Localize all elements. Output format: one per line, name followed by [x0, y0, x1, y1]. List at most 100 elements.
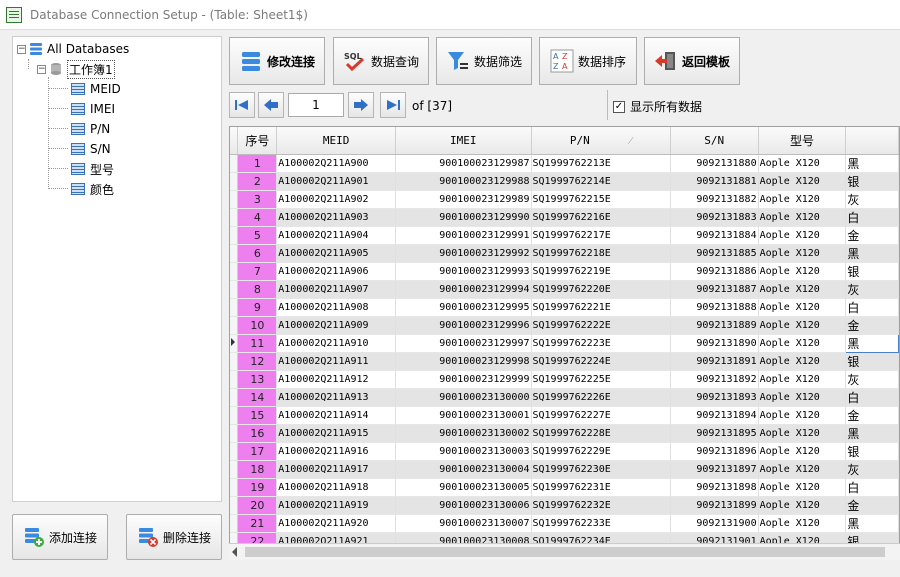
cell-seq[interactable]: 9 [237, 298, 278, 317]
cell-color[interactable]: 银 [845, 352, 899, 371]
table-row[interactable]: 17 A100002Q211A916 900100023130003 SQ199976… [230, 442, 899, 461]
cell-pn[interactable]: SQ1999762219E [531, 262, 671, 281]
data-sort-button[interactable]: A Z Z A 数据排序 [539, 37, 637, 85]
cell-model[interactable]: Aople X120 [758, 460, 847, 479]
scrollbar-thumb[interactable] [245, 547, 885, 557]
tree-node-workbook[interactable]: − 工作簿1 [37, 59, 115, 79]
table-row[interactable]: 16 A100002Q211A915 900100023130002 SQ199976… [230, 424, 899, 443]
row-indicator[interactable] [230, 334, 239, 353]
cell-model[interactable]: Aople X120 [758, 262, 847, 281]
row-indicator[interactable] [230, 496, 239, 515]
table-row[interactable]: 8 A100002Q211A907 900100023129994 SQ1999762… [230, 280, 899, 299]
row-indicator[interactable] [230, 478, 239, 497]
cell-model[interactable]: Aople X120 [758, 154, 847, 173]
cell-color[interactable]: 白 [845, 478, 899, 497]
cell-sn[interactable]: 9092131898 [670, 478, 759, 497]
modify-connection-button[interactable]: 修改连接 [229, 37, 325, 85]
tree-node-field-sn[interactable]: S/N [71, 140, 111, 158]
cell-sn[interactable]: 9092131900 [670, 514, 759, 533]
cell-pn[interactable]: SQ1999762229E [531, 442, 671, 461]
cell-model[interactable]: Aople X120 [758, 334, 847, 353]
row-indicator[interactable] [230, 352, 239, 371]
cell-color[interactable]: 白 [845, 388, 899, 407]
cell-sn[interactable]: 9092131889 [670, 316, 759, 335]
cell-pn[interactable]: SQ1999762223E [531, 334, 671, 353]
row-indicator[interactable] [230, 370, 239, 389]
add-connection-button[interactable]: 添加连接 [12, 514, 108, 560]
cell-meid[interactable]: A100002Q211A910 [276, 334, 396, 353]
cell-color[interactable]: 黑 [845, 514, 899, 533]
cell-meid[interactable]: A100002Q211A902 [276, 190, 396, 209]
table-row[interactable]: 7 A100002Q211A906 900100023129993 SQ1999762… [230, 262, 899, 281]
cell-sn[interactable]: 9092131896 [670, 442, 759, 461]
row-indicator[interactable] [230, 514, 239, 533]
cell-imei[interactable]: 900100023129999 [395, 370, 532, 389]
cell-seq[interactable]: 10 [237, 316, 278, 335]
data-filter-button[interactable]: 数据筛选 [436, 37, 532, 85]
cell-imei[interactable]: 900100023130001 [395, 406, 532, 425]
table-row[interactable]: 15 A100002Q211A914 900100023130001 SQ199976… [230, 406, 899, 425]
cell-sn[interactable]: 9092131884 [670, 226, 759, 245]
row-indicator[interactable] [230, 208, 239, 227]
cell-imei[interactable]: 900100023130000 [395, 388, 532, 407]
cell-color[interactable]: 灰 [845, 370, 899, 389]
cell-imei[interactable]: 900100023129991 [395, 226, 532, 245]
cell-meid[interactable]: A100002Q211A912 [276, 370, 396, 389]
cell-imei[interactable]: 900100023130003 [395, 442, 532, 461]
cell-pn[interactable]: SQ1999762224E [531, 352, 671, 371]
delete-connection-button[interactable]: 删除连接 [126, 514, 222, 560]
cell-imei[interactable]: 900100023130004 [395, 460, 532, 479]
cell-model[interactable]: Aople X120 [758, 514, 847, 533]
cell-sn[interactable]: 9092131882 [670, 190, 759, 209]
cell-imei[interactable]: 900100023129998 [395, 352, 532, 371]
cell-imei[interactable]: 900100023129990 [395, 208, 532, 227]
cell-meid[interactable]: A100002Q211A919 [276, 496, 396, 515]
table-row[interactable]: 12 A100002Q211A911 900100023129998 SQ199976… [230, 352, 899, 371]
cell-pn[interactable]: SQ1999762233E [531, 514, 671, 533]
row-indicator[interactable] [230, 298, 239, 317]
cell-imei[interactable]: 900100023129997 [395, 334, 532, 353]
cell-sn[interactable]: 9092131883 [670, 208, 759, 227]
row-indicator[interactable] [230, 424, 239, 443]
cell-meid[interactable]: A100002Q211A909 [276, 316, 396, 335]
cell-meid[interactable]: A100002Q211A907 [276, 280, 396, 299]
cell-sn[interactable]: 9092131881 [670, 172, 759, 191]
cell-imei[interactable]: 900100023129995 [395, 298, 532, 317]
cell-meid[interactable]: A100002Q211A908 [276, 298, 396, 317]
data-grid[interactable]: 序号 MEID IMEI P/N ⁄ S/N 型号 1 A100002Q211A90… [229, 126, 900, 560]
cell-sn[interactable]: 9092131887 [670, 280, 759, 299]
table-row[interactable]: 1 A100002Q211A900 900100023129987 SQ1999762… [230, 154, 899, 173]
cell-color[interactable]: 黑 [845, 244, 899, 263]
row-indicator[interactable] [230, 406, 239, 425]
cell-pn[interactable]: SQ1999762215E [531, 190, 671, 209]
tree-node-field-pn[interactable]: P/N [71, 120, 110, 138]
cell-seq[interactable]: 16 [237, 424, 278, 443]
cell-seq[interactable]: 13 [237, 370, 278, 389]
cell-pn[interactable]: SQ1999762230E [531, 460, 671, 479]
cell-seq[interactable]: 8 [237, 280, 278, 299]
column-header-color[interactable] [845, 127, 899, 155]
cell-meid[interactable]: A100002Q211A904 [276, 226, 396, 245]
cell-pn[interactable]: SQ1999762214E [531, 172, 671, 191]
cell-model[interactable]: Aople X120 [758, 172, 847, 191]
cell-pn[interactable]: SQ1999762231E [531, 478, 671, 497]
cell-color[interactable]: 灰 [845, 460, 899, 479]
cell-pn[interactable]: SQ1999762226E [531, 388, 671, 407]
cell-model[interactable]: Aople X120 [758, 352, 847, 371]
cell-seq[interactable]: 3 [237, 190, 278, 209]
cell-meid[interactable]: A100002Q211A911 [276, 352, 396, 371]
horizontal-scrollbar[interactable] [229, 543, 900, 560]
cell-pn[interactable]: SQ1999762216E [531, 208, 671, 227]
cell-seq[interactable]: 6 [237, 244, 278, 263]
cell-color[interactable]: 灰 [845, 280, 899, 299]
cell-imei[interactable]: 900100023130007 [395, 514, 532, 533]
cell-model[interactable]: Aople X120 [758, 424, 847, 443]
cell-imei[interactable]: 900100023130002 [395, 424, 532, 443]
cell-model[interactable]: Aople X120 [758, 370, 847, 389]
cell-color[interactable]: 银 [845, 262, 899, 281]
table-row[interactable]: 18 A100002Q211A917 900100023130004 SQ199976… [230, 460, 899, 479]
cell-meid[interactable]: A100002Q211A915 [276, 424, 396, 443]
cell-model[interactable]: Aople X120 [758, 280, 847, 299]
cell-model[interactable]: Aople X120 [758, 226, 847, 245]
tree-node-field-color[interactable]: 颜色 [71, 180, 114, 198]
